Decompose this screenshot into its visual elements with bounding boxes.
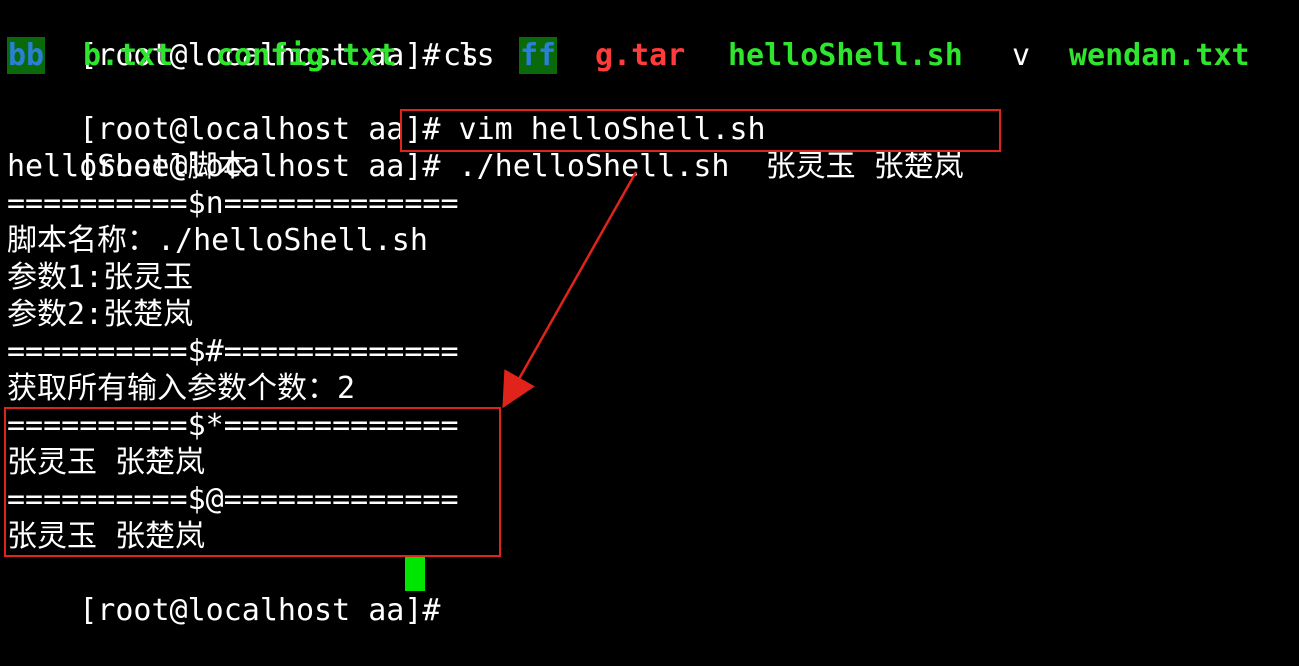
terminal-window[interactable]: [root@localhost aa]# ls bb b.txt config.… [0,0,1299,628]
annotation-arrow [502,171,638,409]
shell-prompt: [root@localhost aa]# [79,593,459,628]
